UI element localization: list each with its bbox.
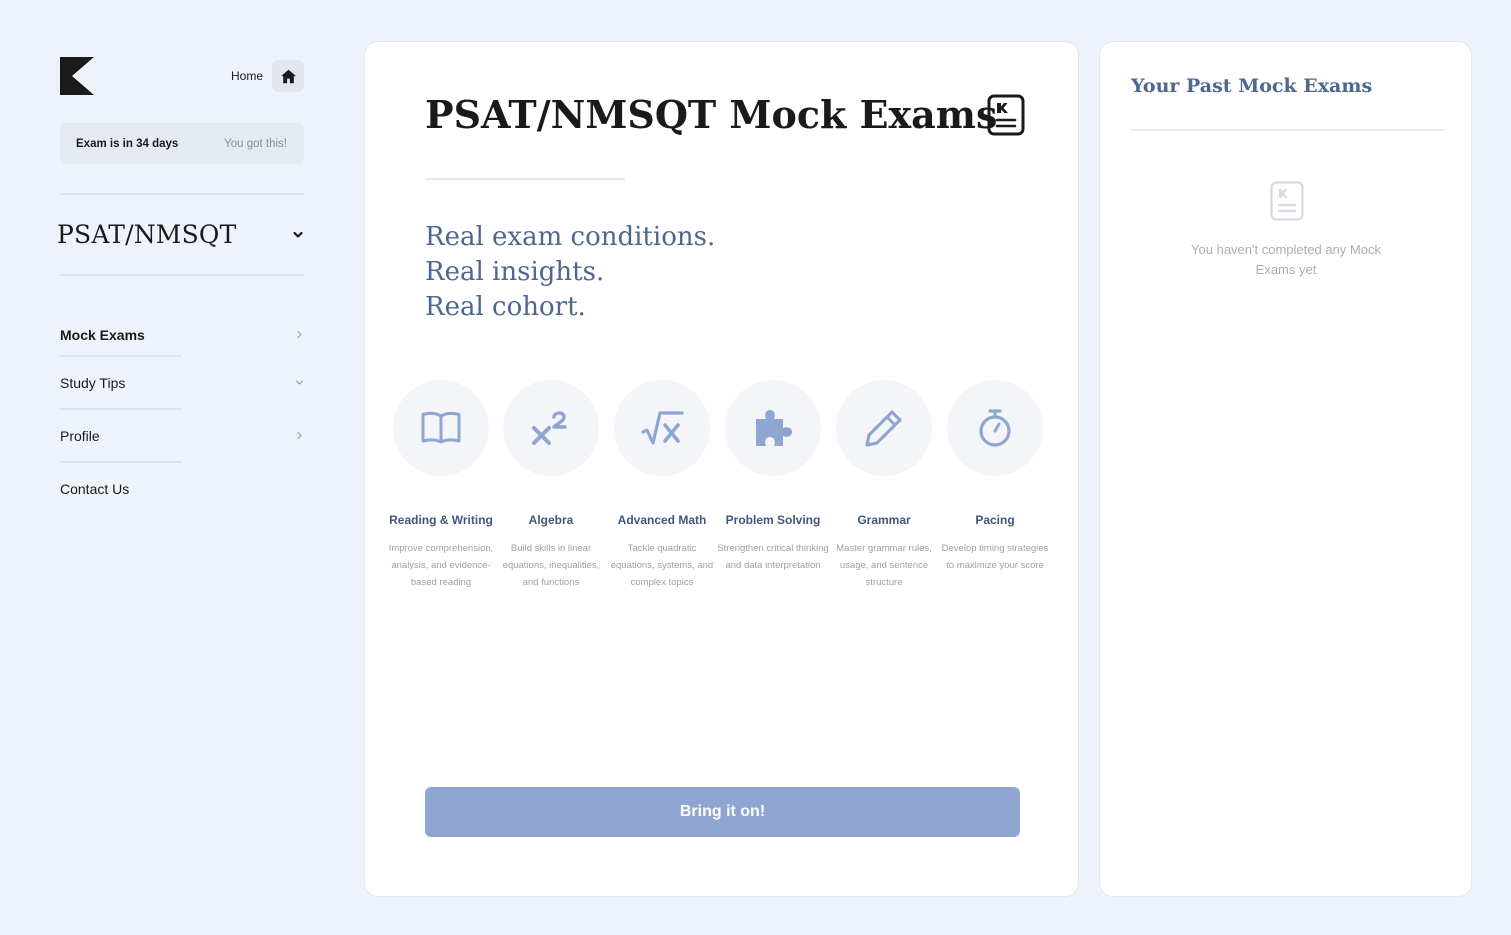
- feature-title: Grammar: [857, 513, 911, 527]
- square-root-icon: [641, 411, 684, 445]
- open-book-icon: [421, 412, 461, 444]
- feature-reading-writing: Reading & Writing Improve comprehension,…: [384, 380, 498, 591]
- feature-description: Strengthen critical thinking and data in…: [717, 543, 829, 571]
- feature-algebra: Algebra Build skills in linear equations…: [494, 380, 608, 591]
- exam-document-icon: [987, 94, 1025, 136]
- exam-selector[interactable]: PSAT/NMSQT: [57, 195, 304, 274]
- divider: [60, 274, 304, 276]
- stopwatch-icon: [979, 409, 1011, 447]
- mock-exams-card: PSAT/NMSQT Mock Exams Real exam conditio…: [364, 41, 1079, 897]
- title-divider: [425, 178, 625, 180]
- feature-icon-circle: [725, 380, 821, 476]
- chevron-right-icon: [297, 431, 302, 440]
- tagline-line: Real exam conditions.: [425, 222, 716, 252]
- feature-icon-circle: [503, 380, 599, 476]
- feature-problem-solving: Problem Solving Strengthen critical thin…: [716, 380, 830, 574]
- title-divider: [1131, 129, 1444, 131]
- feature-description: Improve comprehension, analysis, and evi…: [388, 543, 494, 588]
- feature-description: Tackle quadratic equations, systems, and…: [610, 543, 714, 588]
- sidebar-header: Home: [60, 56, 304, 96]
- feature-icon-circle: [614, 380, 710, 476]
- encouragement-text: You got this!: [224, 137, 287, 150]
- feature-title: Reading & Writing: [389, 513, 493, 527]
- feature-title: Pacing: [975, 513, 1015, 527]
- page-title: PSAT/NMSQT Mock Exams: [425, 92, 998, 137]
- feature-title: Advanced Math: [617, 513, 707, 527]
- tagline-line: Real insights.: [425, 257, 605, 287]
- sidebar-item-label: Profile: [60, 427, 100, 444]
- home-icon: [280, 69, 296, 83]
- sidebar-item-label: Study Tips: [60, 374, 126, 391]
- feature-title: Problem Solving: [725, 513, 821, 527]
- feature-title: Algebra: [528, 513, 574, 527]
- puzzle-icon: [756, 410, 792, 446]
- past-exams-title: Your Past Mock Exams: [1131, 75, 1373, 97]
- feature-grammar: Grammar Master grammar rules, usage, and…: [827, 380, 941, 591]
- chevron-down-icon: [295, 380, 304, 385]
- feature-description: Master grammar rules, usage, and sentenc…: [836, 543, 932, 588]
- empty-state-message: You haven't completed any Mock Exams yet: [1191, 242, 1381, 277]
- sidebar-item-contact-us[interactable]: Contact Us: [60, 463, 304, 514]
- pencil-icon: [865, 410, 902, 447]
- feature-description: Build skills in linear equations, inequa…: [502, 543, 600, 588]
- sidebar-nav: Mock Exams Study Tips Profile Contact Us: [60, 327, 304, 514]
- tagline-line: Real cohort.: [425, 292, 586, 322]
- start-mock-exam-button[interactable]: Bring it on!: [425, 787, 1020, 837]
- feature-icon-circle: [947, 380, 1043, 476]
- chevron-right-icon: [297, 330, 302, 339]
- countdown-text: Exam is in 34 days: [76, 137, 179, 150]
- empty-document-icon: [1270, 181, 1304, 221]
- sidebar-item-mock-exams[interactable]: Mock Exams: [60, 327, 304, 355]
- feature-icon-circle: [393, 380, 489, 476]
- feature-description: Develop timing strategies to maximize yo…: [941, 543, 1049, 571]
- feature-icon-circle: [836, 380, 932, 476]
- sidebar-item-profile[interactable]: Profile: [60, 410, 304, 461]
- sidebar-item-label: Mock Exams: [60, 327, 145, 343]
- feature-pacing: Pacing Develop timing strategies to maxi…: [938, 380, 1052, 574]
- sidebar: Home Exam is in 34 days You got this! PS…: [57, 56, 304, 514]
- x-squared-icon: [532, 411, 567, 445]
- feature-advanced-math: Advanced Math Tackle quadratic equations…: [605, 380, 719, 591]
- chevron-down-icon: [293, 231, 303, 238]
- selected-exam: PSAT/NMSQT: [57, 220, 237, 249]
- past-exams-card: Your Past Mock Exams You haven't complet…: [1099, 41, 1472, 897]
- sidebar-item-label: Contact Us: [60, 480, 130, 497]
- home-label[interactable]: Home: [231, 69, 263, 83]
- home-button[interactable]: [272, 60, 304, 92]
- exam-countdown-banner: Exam is in 34 days You got this!: [60, 123, 304, 164]
- home-link[interactable]: Home: [231, 60, 304, 92]
- tagline: Real exam conditions. Real insights. Rea…: [425, 220, 715, 325]
- sidebar-item-study-tips[interactable]: Study Tips: [60, 357, 304, 408]
- brand-logo[interactable]: [60, 57, 94, 95]
